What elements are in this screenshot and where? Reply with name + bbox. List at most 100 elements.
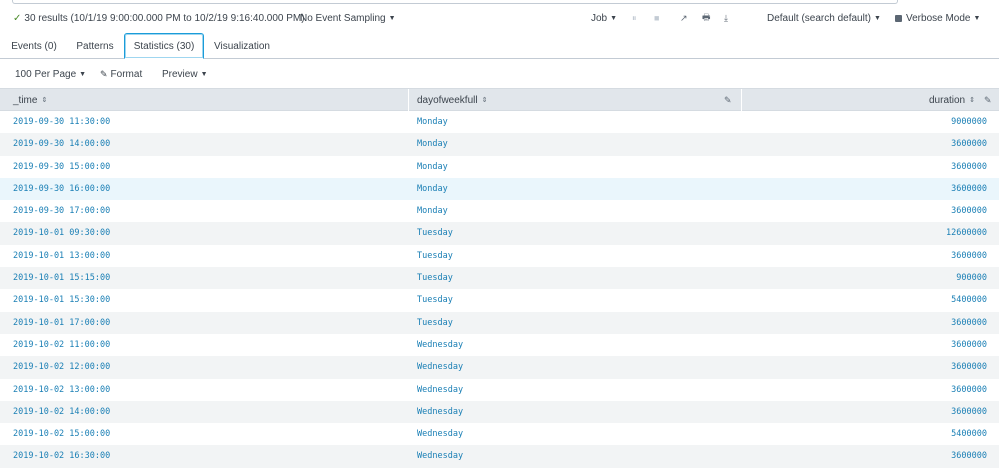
per-page-dropdown[interactable]: 100 Per Page ▼	[15, 60, 86, 88]
pencil-icon: ✎	[100, 68, 108, 79]
sort-icon: ⇕	[41, 97, 48, 104]
column-header-dayofweekfull[interactable]: dayofweekfull ⇕	[417, 89, 487, 111]
time-cell[interactable]: 2019-10-02 12:00:00	[13, 356, 110, 378]
duration-cell[interactable]: 5400000	[951, 423, 987, 445]
search-mode-dropdown[interactable]: Default (search default) ▼	[767, 6, 881, 30]
table-row: 2019-10-01 15:15:00 Tuesday 900000	[0, 267, 999, 290]
format-button[interactable]: ✎ Format	[100, 60, 142, 88]
column-divider	[741, 89, 742, 111]
column-header-label: _time	[13, 94, 38, 106]
dayofweek-cell[interactable]: Tuesday	[417, 312, 453, 334]
table-header: _time ⇕ dayofweekfull ⇕ ✎ duration ⇕ ✎	[0, 88, 999, 111]
caret-down-icon: ▼	[388, 14, 396, 22]
dayofweek-cell[interactable]: Monday	[417, 133, 448, 155]
duration-cell[interactable]: 3600000	[951, 156, 987, 178]
dayofweek-cell[interactable]: Tuesday	[417, 267, 453, 289]
pencil-icon[interactable]: ✎	[984, 89, 992, 111]
time-cell[interactable]: 2019-09-30 16:00:00	[13, 178, 110, 200]
table-body: 2019-09-30 11:30:00 Monday 9000000 2019-09-…	[0, 111, 999, 468]
dayofweek-cell[interactable]: Monday	[417, 156, 448, 178]
duration-cell[interactable]: 900000	[956, 267, 987, 289]
column-header-duration[interactable]: duration ⇕	[929, 89, 975, 111]
table-row: 2019-10-01 15:30:00 Tuesday 5400000	[0, 289, 999, 311]
duration-cell[interactable]: 3600000	[951, 379, 987, 401]
statistics-table: _time ⇕ dayofweekfull ⇕ ✎ duration ⇕ ✎ 2…	[0, 88, 999, 468]
event-sampling-label: No Event Sampling	[300, 12, 386, 24]
time-cell[interactable]: 2019-10-02 13:00:00	[13, 379, 110, 401]
time-cell[interactable]: 2019-10-01 15:15:00	[13, 267, 110, 289]
time-cell[interactable]: 2019-10-01 15:30:00	[13, 289, 110, 311]
column-header-label: dayofweekfull	[417, 94, 478, 106]
table-row: 2019-09-30 11:30:00 Monday 9000000	[0, 111, 999, 133]
dayofweek-cell[interactable]: Wednesday	[417, 334, 463, 356]
duration-cell[interactable]: 3600000	[951, 401, 987, 423]
dayofweek-cell[interactable]: Tuesday	[417, 245, 453, 267]
column-header-label: duration	[928, 94, 966, 106]
duration-cell[interactable]: 3600000	[951, 445, 987, 467]
duration-cell[interactable]: 12600000	[946, 222, 987, 244]
sort-icon: ⇕	[969, 97, 975, 104]
table-row: 2019-10-02 16:30:00 Wednesday 3600000	[0, 445, 999, 468]
time-cell[interactable]: 2019-09-30 15:00:00	[13, 156, 110, 178]
dayofweek-cell[interactable]: Monday	[417, 111, 448, 133]
per-page-label: 100 Per Page	[15, 68, 77, 80]
results-summary: ✓ 30 results (10/1/19 9:00:00.000 PM to …	[13, 6, 305, 30]
duration-cell[interactable]: 3600000	[951, 245, 987, 267]
dayofweek-cell[interactable]: Wednesday	[417, 445, 463, 467]
time-cell[interactable]: 2019-10-02 14:00:00	[13, 401, 110, 423]
print-icon[interactable]: 🖶	[702, 6, 711, 30]
table-controls: 100 Per Page ▼ ✎ Format Preview ▼	[0, 60, 999, 88]
time-cell[interactable]: 2019-10-01 17:00:00	[13, 312, 110, 334]
time-cell[interactable]: 2019-09-30 17:00:00	[13, 200, 110, 222]
dayofweek-cell[interactable]: Wednesday	[417, 423, 463, 445]
time-cell[interactable]: 2019-10-02 15:00:00	[13, 423, 110, 445]
dayofweek-cell[interactable]: Wednesday	[417, 379, 463, 401]
export-icon[interactable]: ⤓	[724, 6, 728, 30]
event-sampling-dropdown[interactable]: No Event Sampling ▼	[300, 6, 396, 30]
mode-icon	[895, 14, 902, 22]
time-cell[interactable]: 2019-10-02 11:00:00	[13, 334, 110, 356]
dayofweek-cell[interactable]: Monday	[417, 200, 448, 222]
time-cell[interactable]: 2019-09-30 11:30:00	[13, 111, 110, 133]
duration-cell[interactable]: 5400000	[951, 289, 987, 311]
search-input-frame[interactable]	[12, 0, 898, 4]
dayofweek-cell[interactable]: Wednesday	[417, 401, 463, 423]
time-cell[interactable]: 2019-09-30 14:00:00	[13, 133, 110, 155]
dayofweek-cell[interactable]: Wednesday	[417, 356, 463, 378]
duration-cell[interactable]: 3600000	[951, 312, 987, 334]
time-cell[interactable]: 2019-10-01 09:30:00	[13, 222, 110, 244]
results-count-text: 30 results (10/1/19 9:00:00.000 PM to 10…	[24, 12, 305, 24]
tab-events[interactable]: Events (0)	[4, 33, 64, 59]
time-cell[interactable]: 2019-10-01 13:00:00	[13, 245, 110, 267]
search-mode-label: Default (search default)	[767, 12, 871, 24]
duration-cell[interactable]: 3600000	[951, 200, 987, 222]
table-row: 2019-10-02 12:00:00 Wednesday 3600000	[0, 356, 999, 379]
pencil-icon[interactable]: ✎	[724, 89, 732, 111]
column-divider	[408, 89, 409, 111]
dayofweek-cell[interactable]: Monday	[417, 178, 448, 200]
job-menu[interactable]: Job ▼	[591, 6, 617, 30]
dayofweek-cell[interactable]: Tuesday	[417, 289, 453, 311]
share-icon[interactable]: ↗	[680, 6, 688, 30]
duration-cell[interactable]: 3600000	[951, 334, 987, 356]
time-cell[interactable]: 2019-10-02 16:30:00	[13, 445, 110, 467]
table-row: 2019-10-02 13:00:00 Wednesday 3600000	[0, 379, 999, 401]
tab-patterns[interactable]: Patterns	[70, 33, 120, 59]
duration-cell[interactable]: 9000000	[951, 111, 987, 133]
preview-dropdown[interactable]: Preview ▼	[162, 60, 208, 88]
verbose-mode-dropdown[interactable]: Verbose Mode ▼	[895, 6, 980, 30]
duration-cell[interactable]: 3600000	[951, 178, 987, 200]
stop-icon[interactable]: ■	[654, 6, 659, 30]
verbose-mode-label: Verbose Mode	[906, 12, 971, 24]
tab-visualization[interactable]: Visualization	[208, 33, 276, 59]
duration-cell[interactable]: 3600000	[951, 356, 987, 378]
duration-cell[interactable]: 3600000	[951, 133, 987, 155]
caret-down-icon: ▼	[79, 70, 87, 78]
column-header-time[interactable]: _time ⇕	[13, 89, 47, 111]
caret-down-icon: ▼	[200, 70, 208, 78]
job-label: Job	[591, 12, 608, 24]
tab-statistics[interactable]: Statistics (30)	[124, 33, 204, 59]
table-row: 2019-09-30 15:00:00 Monday 3600000	[0, 156, 999, 178]
pause-icon[interactable]: ⏸	[632, 6, 637, 30]
dayofweek-cell[interactable]: Tuesday	[417, 222, 453, 244]
